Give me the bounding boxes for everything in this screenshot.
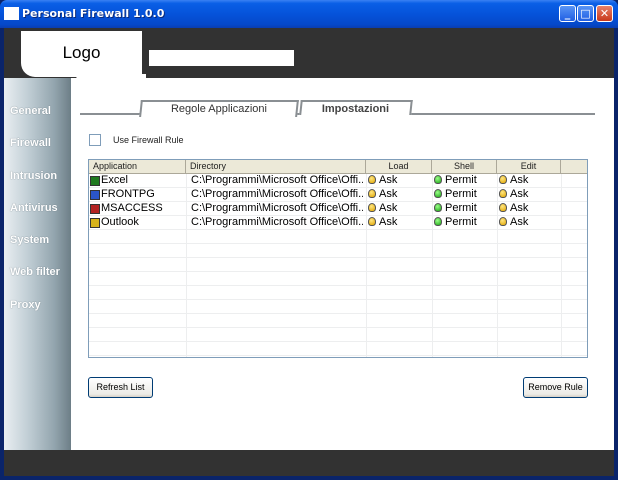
ask-icon (368, 175, 376, 184)
table-row[interactable]: Outlook C:\Programmi\Microsoft Office\Off… (89, 216, 587, 230)
maximize-button[interactable]: □ (577, 5, 594, 22)
app-directory: C:\Programmi\Microsoft Office\Offi... (191, 174, 363, 186)
shell-value: Permit (445, 202, 477, 214)
logo: Logo (21, 31, 142, 77)
permit-icon (434, 217, 442, 226)
column-header-directory[interactable]: Directory (186, 160, 366, 174)
sidebar: General Firewall Intrusion Antivirus Sys… (4, 78, 71, 450)
sidebar-item-system[interactable]: System (10, 234, 49, 246)
app-name: FRONTPG (101, 188, 155, 200)
refresh-list-button[interactable]: Refresh List (88, 377, 153, 398)
table-row[interactable]: Excel C:\Programmi\Microsoft Office\Offi.… (89, 174, 587, 188)
load-value: Ask (379, 202, 398, 214)
header-banner (149, 50, 294, 66)
tab-regole-applicazioni[interactable]: Regole Applicazioni (139, 100, 299, 117)
permit-icon (434, 175, 442, 184)
tab-label: Impostazioni (322, 103, 390, 115)
sidebar-item-proxy[interactable]: Proxy (10, 299, 41, 311)
column-header-application[interactable]: Application (89, 160, 186, 174)
list-header: Application Directory Load Shell Edit (89, 160, 587, 174)
grid-line (89, 230, 587, 244)
load-value: Ask (379, 188, 398, 200)
grid-line (89, 300, 587, 314)
grid-line (89, 272, 587, 286)
ask-icon (368, 217, 376, 226)
sidebar-item-general[interactable]: General (10, 105, 51, 117)
use-firewall-rule-label: Use Firewall Rule (113, 135, 184, 145)
grid-line (89, 258, 587, 272)
title-bar[interactable]: Personal Firewall 1.0.0 _ □ ✕ (0, 0, 618, 28)
grid-line (89, 314, 587, 328)
column-header-load[interactable]: Load (366, 160, 432, 174)
tab-label: Regole Applicazioni (170, 103, 267, 115)
edit-value: Ask (510, 202, 529, 214)
app-icon (4, 7, 19, 20)
ask-icon (368, 203, 376, 212)
sidebar-item-intrusion[interactable]: Intrusion (10, 170, 57, 182)
sidebar-item-web-filter[interactable]: Web filter (10, 266, 60, 278)
app-directory: C:\Programmi\Microsoft Office\Offi... (191, 188, 363, 200)
tab-impostazioni[interactable]: Impostazioni (299, 100, 413, 115)
minimize-button[interactable]: _ (559, 5, 576, 22)
column-header-edit[interactable]: Edit (497, 160, 561, 174)
app-name: Outlook (101, 216, 139, 228)
application-rules-list[interactable]: Application Directory Load Shell Edit Ex… (88, 159, 588, 358)
permit-icon (434, 189, 442, 198)
shell-value: Permit (445, 188, 477, 200)
ask-icon (368, 189, 376, 198)
footer (4, 450, 614, 476)
sidebar-item-antivirus[interactable]: Antivirus (10, 202, 58, 214)
access-icon (90, 204, 100, 214)
ask-icon (499, 203, 507, 212)
grid-line (89, 244, 587, 258)
ask-icon (499, 217, 507, 226)
shell-value: Permit (445, 216, 477, 228)
app-name: Excel (101, 174, 128, 186)
sidebar-item-firewall[interactable]: Firewall (10, 137, 51, 149)
close-button[interactable]: ✕ (596, 5, 613, 22)
grid-line (89, 342, 587, 356)
excel-icon (90, 176, 100, 186)
app-directory: C:\Programmi\Microsoft Office\Offi... (191, 216, 363, 228)
client-area: Logo General Firewall Intrusion Antiviru… (4, 28, 614, 476)
app-directory: C:\Programmi\Microsoft Office\Offi... (191, 202, 363, 214)
ask-icon (499, 175, 507, 184)
column-header-shell[interactable]: Shell (432, 160, 497, 174)
edit-value: Ask (510, 188, 529, 200)
load-value: Ask (379, 174, 398, 186)
window-title: Personal Firewall 1.0.0 (22, 7, 165, 20)
remove-rule-button[interactable]: Remove Rule (523, 377, 588, 398)
table-row[interactable]: MSACCESS C:\Programmi\Microsoft Office\Of… (89, 202, 587, 216)
app-name: MSACCESS (101, 202, 163, 214)
shell-value: Permit (445, 174, 477, 186)
outlook-icon (90, 218, 100, 228)
app-window: Personal Firewall 1.0.0 _ □ ✕ Logo Gener… (0, 0, 618, 480)
grid-line (89, 286, 587, 300)
logo-text: Logo (62, 43, 101, 62)
use-firewall-rule-checkbox[interactable] (89, 134, 101, 146)
ask-icon (499, 189, 507, 198)
edit-value: Ask (510, 216, 529, 228)
table-row[interactable]: FRONTPG C:\Programmi\Microsoft Office\Off… (89, 188, 587, 202)
load-value: Ask (379, 216, 398, 228)
edit-value: Ask (510, 174, 529, 186)
permit-icon (434, 203, 442, 212)
grid-line (89, 328, 587, 342)
frontpage-icon (90, 190, 100, 200)
